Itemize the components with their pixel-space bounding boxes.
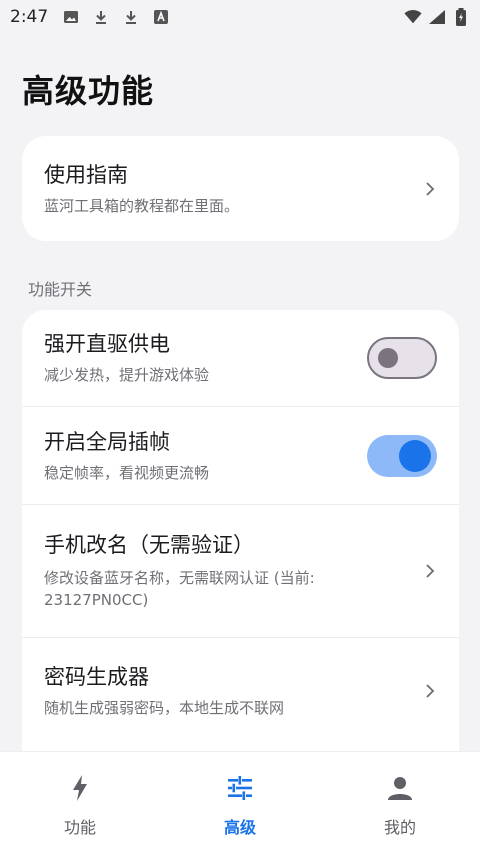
feature-row-direct-power[interactable]: 强开直驱供电 减少发热，提升游戏体验 <box>22 310 459 407</box>
feature-subtitle: 减少发热，提升游戏体验 <box>44 366 210 384</box>
person-icon <box>386 774 414 802</box>
status-icons-right <box>404 8 470 26</box>
nav-label: 我的 <box>383 818 416 837</box>
nav-item-mine[interactable]: 我的 <box>320 752 480 853</box>
rename-subtitle-line2: 23127PN0CC) <box>44 591 149 609</box>
chevron-right-icon <box>423 684 437 698</box>
feature-title: 开启全局插帧 <box>44 429 170 454</box>
image-icon <box>62 8 80 26</box>
status-icons-left <box>62 8 170 26</box>
guide-row[interactable]: 使用指南 蓝河工具箱的教程都在里面。 <box>22 136 459 241</box>
status-time: 2:47 <box>10 7 49 27</box>
chevron-right-icon <box>423 181 437 196</box>
a-badge-icon <box>152 8 170 26</box>
download-icon <box>122 8 140 26</box>
guide-card[interactable]: 使用指南 蓝河工具箱的教程都在里面。 <box>22 136 459 241</box>
rename-subtitle-line1: 修改设备蓝牙名称，无需联网认证 (当前: <box>44 569 315 587</box>
feature-row-rename[interactable]: 手机改名（无需验证） 修改设备蓝牙名称，无需联网认证 (当前: 23127PN0… <box>22 505 459 638</box>
guide-subtitle: 蓝河工具箱的教程都在里面。 <box>44 196 240 215</box>
signal-icon <box>428 8 446 26</box>
bottom-nav: 功能 高级 我的 <box>0 751 480 853</box>
feature-title: 密码生成器 <box>44 665 149 689</box>
nav-item-features[interactable]: 功能 <box>0 752 160 853</box>
feature-row-frame-interp[interactable]: 开启全局插帧 稳定帧率，看视频更流畅 <box>22 407 459 505</box>
feature-row-password[interactable]: 密码生成器 随机生成强弱密码，本地生成不联网 <box>22 638 459 744</box>
switch-knob <box>399 439 431 472</box>
nav-label: 高级 <box>223 818 256 837</box>
feature-subtitle: 修改设备蓝牙名称，无需联网认证 (当前: 23127PN0CC) <box>44 567 413 611</box>
frame-interp-switch[interactable] <box>367 434 437 477</box>
switch-knob <box>378 348 398 368</box>
wifi-icon <box>404 8 422 26</box>
tune-icon <box>226 774 254 802</box>
page-title: 高级功能 <box>22 72 155 110</box>
nav-item-advanced[interactable]: 高级 <box>160 752 320 853</box>
feature-title: 强开直驱供电 <box>44 332 170 356</box>
feature-subtitle: 稳定帧率，看视频更流畅 <box>44 463 210 482</box>
feature-subtitle: 随机生成强弱密码，本地生成不联网 <box>44 699 285 717</box>
bolt-icon <box>66 774 94 802</box>
nav-label: 功能 <box>63 818 96 837</box>
download-icon <box>92 8 110 26</box>
battery-icon <box>452 8 470 26</box>
section-label: 功能开关 <box>28 280 93 299</box>
chevron-right-icon <box>423 564 437 578</box>
status-bar: 2:47 <box>0 0 480 34</box>
direct-power-switch[interactable] <box>367 337 437 379</box>
guide-title: 使用指南 <box>44 162 128 187</box>
feature-title: 手机改名（无需验证） <box>44 533 254 557</box>
feature-card: 强开直驱供电 减少发热，提升游戏体验 开启全局插帧 稳定帧率，看视频更流畅 手机… <box>22 310 459 751</box>
